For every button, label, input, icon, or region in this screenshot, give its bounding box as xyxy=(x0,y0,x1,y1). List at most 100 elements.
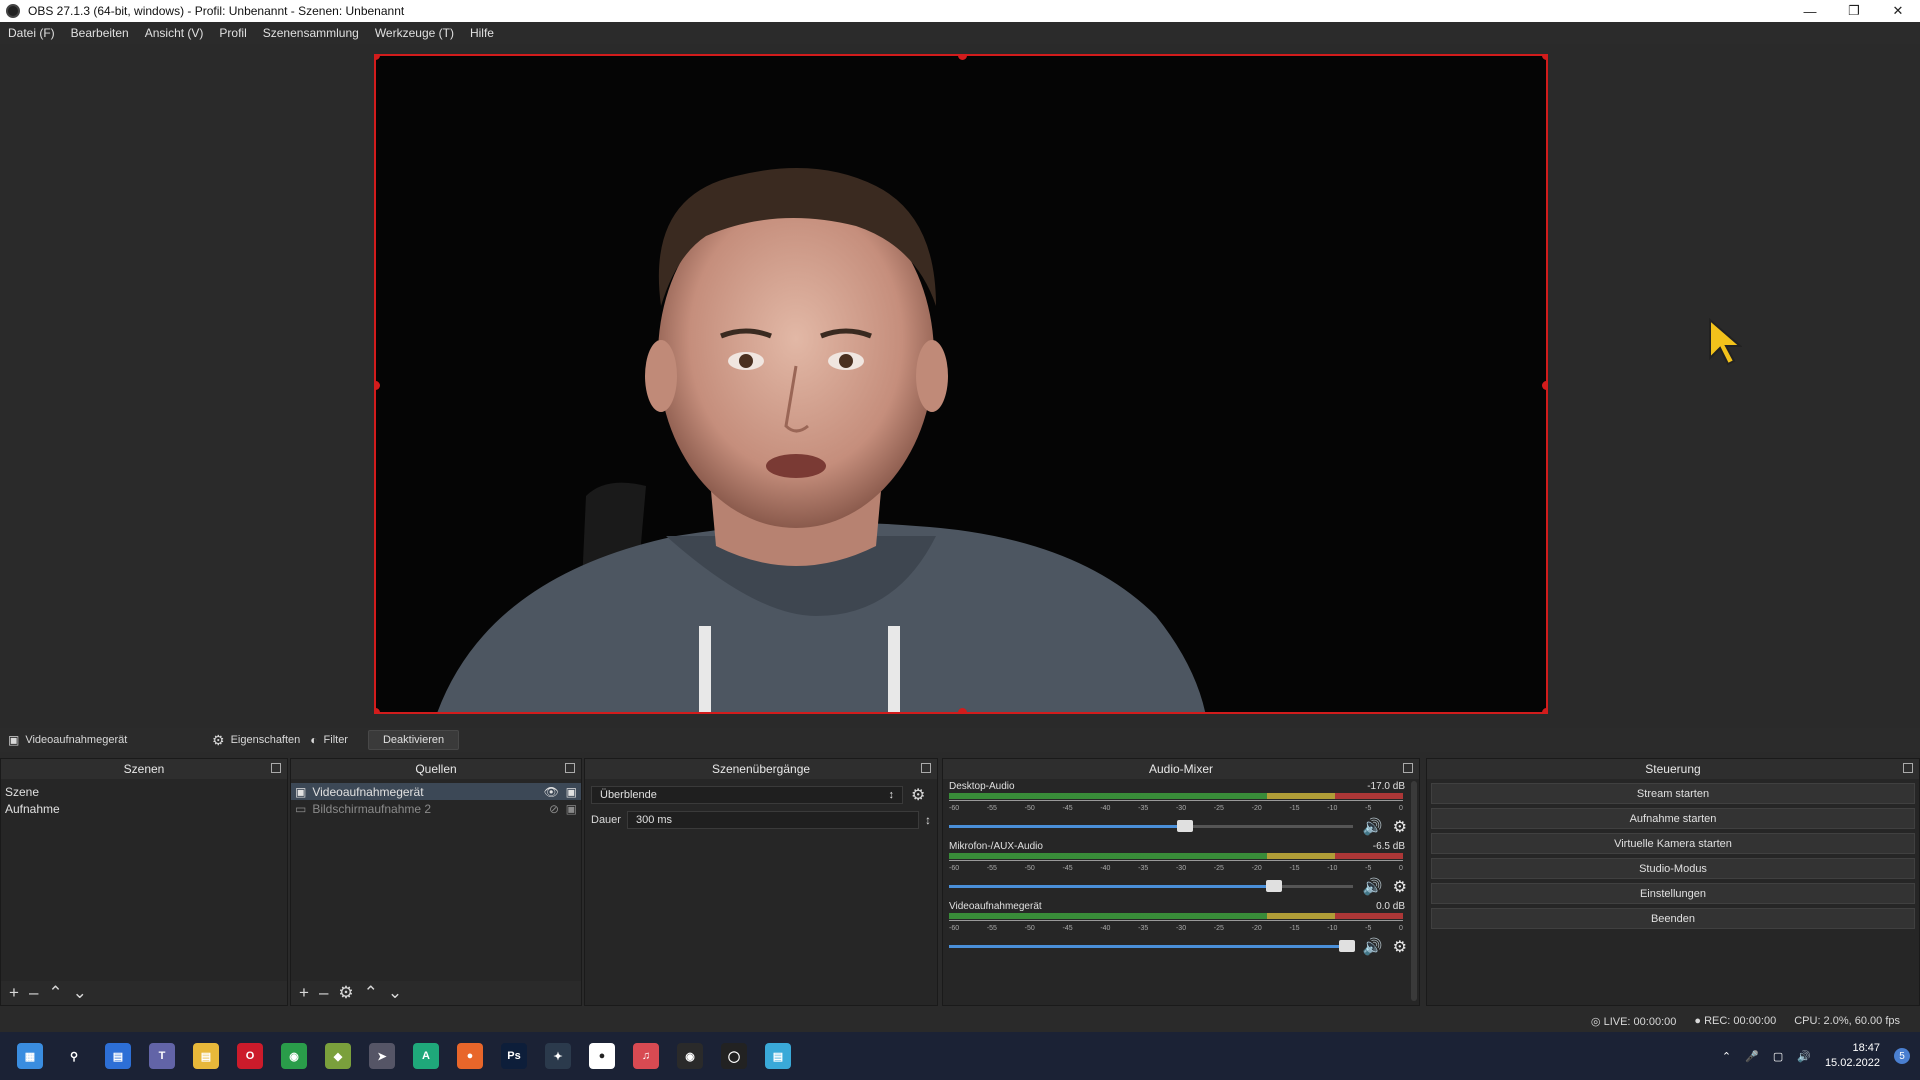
network-icon[interactable]: ▢ xyxy=(1773,1050,1783,1063)
volume-slider[interactable] xyxy=(949,820,1353,832)
undock-icon[interactable] xyxy=(565,763,575,773)
filter-button[interactable]: ◐ Filter xyxy=(310,733,348,747)
volume-slider-fill xyxy=(949,825,1192,828)
exit-button[interactable]: Beenden xyxy=(1431,908,1915,929)
speaker-icon[interactable]: 🔊 xyxy=(1363,817,1383,837)
photoshop-icon[interactable]: Ps xyxy=(501,1043,527,1069)
teams-icon[interactable]: T xyxy=(149,1043,175,1069)
menu-help[interactable]: Hilfe xyxy=(462,26,502,40)
add-icon[interactable]: + xyxy=(9,983,19,1003)
record-dot-icon: ● xyxy=(1694,1015,1705,1027)
add-icon[interactable]: + xyxy=(299,983,309,1003)
file-explorer-icon[interactable]: ▤ xyxy=(193,1043,219,1069)
davinci-icon[interactable]: ✦ xyxy=(545,1043,571,1069)
music-icon[interactable]: ♫ xyxy=(633,1043,659,1069)
source-item[interactable]: ▣ Videoaufnahmegerät 👁 ▣ xyxy=(291,783,581,800)
firefox-icon[interactable]: ● xyxy=(457,1043,483,1069)
tick-label: -55 xyxy=(986,805,997,812)
opera-icon[interactable]: O xyxy=(237,1043,263,1069)
windows-start-icon[interactable]: ▦ xyxy=(17,1043,43,1069)
resize-handle-bc[interactable] xyxy=(958,708,967,712)
menu-tools[interactable]: Werkzeuge (T) xyxy=(367,26,462,40)
restore-button[interactable]: ❐ xyxy=(1832,0,1876,22)
transition-select[interactable]: Überblende ↕ xyxy=(591,786,903,804)
speaker-icon[interactable]: 🔊 xyxy=(1363,877,1383,897)
eye-hidden-icon[interactable]: ⊘ xyxy=(549,802,559,816)
cricut-icon[interactable]: ● xyxy=(589,1043,615,1069)
mixer-channel: Videoaufnahmegerät 0.0 dB -60 -55 -50 -45 -4… xyxy=(943,899,1419,959)
channel-name: Mikrofon-/AUX-Audio xyxy=(949,841,1043,852)
start-virtual-camera-button[interactable]: Virtuelle Kamera starten xyxy=(1431,833,1915,854)
studio-mode-button[interactable]: Studio-Modus xyxy=(1431,858,1915,879)
speaker-icon[interactable]: 🔊 xyxy=(1363,937,1383,957)
resize-handle-mr[interactable] xyxy=(1542,381,1546,390)
tick-label: -5 xyxy=(1365,805,1372,812)
webcam-feed xyxy=(437,168,1206,712)
undock-icon[interactable] xyxy=(1403,763,1413,773)
move-up-icon[interactable]: ⌃ xyxy=(48,983,62,1003)
lock-icon[interactable]: ▣ xyxy=(566,785,577,799)
notification-badge[interactable]: 5 xyxy=(1894,1048,1910,1064)
gear-icon[interactable]: ⚙ xyxy=(1393,817,1407,837)
start-recording-button[interactable]: Aufnahme starten xyxy=(1431,808,1915,829)
meter-tick-labels: -60 -55 -50 -45 -40 -35 -30 -25 -20 -15 -10 -5 0 xyxy=(949,925,1403,932)
mixer-scrollbar[interactable] xyxy=(1411,781,1417,1001)
notepad-icon[interactable]: ▤ xyxy=(765,1043,791,1069)
clock[interactable]: 18:47 15.02.2022 xyxy=(1825,1041,1880,1071)
volume-slider[interactable] xyxy=(949,880,1353,892)
gear-icon[interactable]: ⚙ xyxy=(338,983,353,1003)
clock-date: 15.02.2022 xyxy=(1824,1057,1880,1069)
move-down-icon[interactable]: ⌄ xyxy=(73,983,87,1003)
channel-db: -6.5 dB xyxy=(1372,841,1405,852)
gear-icon[interactable]: ⚙ xyxy=(911,785,925,805)
properties-button[interactable]: ⚙ Eigenschaften xyxy=(212,732,300,749)
speaker-icon[interactable]: 🔊 xyxy=(1797,1050,1811,1063)
duration-input[interactable]: 300 ms xyxy=(626,811,919,829)
close-button[interactable]: ✕ xyxy=(1876,0,1920,22)
spinbox-arrows-icon[interactable]: ↕ xyxy=(925,813,931,827)
volume-slider-knob[interactable] xyxy=(1339,940,1355,952)
volume-slider-knob[interactable] xyxy=(1177,820,1194,832)
preview-canvas[interactable] xyxy=(374,54,1548,714)
resize-handle-bl[interactable] xyxy=(376,708,380,712)
scene-item[interactable]: Aufnahme xyxy=(1,800,287,817)
tick-label: -50 xyxy=(1024,805,1035,812)
menu-file[interactable]: Datei (F) xyxy=(0,26,63,40)
scene-item[interactable]: Szene xyxy=(1,783,287,800)
eye-icon[interactable]: 👁 xyxy=(544,785,559,799)
remove-icon[interactable]: – xyxy=(319,983,328,1003)
gear-icon[interactable]: ⚙ xyxy=(1393,937,1407,957)
sublime-icon[interactable]: ◆ xyxy=(325,1043,351,1069)
spotify-icon[interactable]: ◯ xyxy=(721,1043,747,1069)
volume-slider-knob[interactable] xyxy=(1266,880,1283,892)
obs-icon[interactable]: ◉ xyxy=(677,1043,703,1069)
android-studio-icon[interactable]: A xyxy=(413,1043,439,1069)
chrome-icon[interactable]: ◉ xyxy=(281,1043,307,1069)
microphone-icon[interactable]: 🎤 xyxy=(1745,1050,1759,1063)
move-up-icon[interactable]: ⌃ xyxy=(364,983,378,1003)
menu-profile[interactable]: Profil xyxy=(211,26,254,40)
undock-icon[interactable] xyxy=(1903,763,1913,773)
tick-label: -35 xyxy=(1138,925,1149,932)
resize-handle-tr[interactable] xyxy=(1542,56,1546,60)
remove-icon[interactable]: – xyxy=(29,983,38,1003)
gear-icon[interactable]: ⚙ xyxy=(1393,877,1407,897)
source-item[interactable]: ▭ Bildschirmaufnahme 2 ⊘ ▣ xyxy=(291,800,581,817)
menu-edit[interactable]: Bearbeiten xyxy=(63,26,137,40)
minimize-button[interactable]: — xyxy=(1788,0,1832,22)
undock-icon[interactable] xyxy=(271,763,281,773)
menu-view[interactable]: Ansicht (V) xyxy=(137,26,212,40)
lock-icon[interactable]: ▣ xyxy=(566,802,577,816)
search-icon[interactable]: ⚲ xyxy=(61,1043,87,1069)
deactivate-button[interactable]: Deaktivieren xyxy=(367,730,460,750)
move-down-icon[interactable]: ⌄ xyxy=(388,983,402,1003)
settings-button[interactable]: Einstellungen xyxy=(1431,883,1915,904)
start-stream-button[interactable]: Stream starten xyxy=(1431,783,1915,804)
undock-icon[interactable] xyxy=(921,763,931,773)
volume-slider[interactable] xyxy=(949,940,1355,952)
widgets-icon[interactable]: ▤ xyxy=(105,1043,131,1069)
resize-handle-br[interactable] xyxy=(1542,708,1546,712)
chevron-up-icon[interactable]: ⌃ xyxy=(1722,1050,1731,1063)
launcher-icon[interactable]: ➤ xyxy=(369,1043,395,1069)
menu-scene-collection[interactable]: Szenensammlung xyxy=(255,26,367,40)
